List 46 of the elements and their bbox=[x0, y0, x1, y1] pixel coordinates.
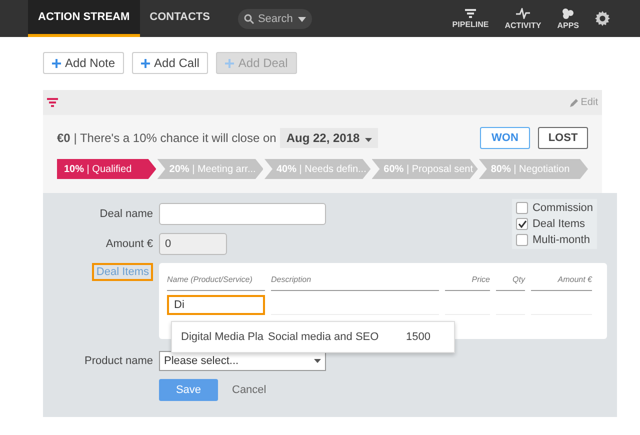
column-header: Price bbox=[445, 275, 490, 291]
add-button[interactable]: Add Note bbox=[43, 52, 124, 74]
search-icon bbox=[244, 14, 254, 24]
checkbox[interactable] bbox=[516, 218, 528, 230]
column-header: Qty bbox=[496, 275, 525, 291]
field-label: Deal name bbox=[98, 208, 153, 220]
deal-summary-text: €0 | There's a 10% chance it will close on bbox=[57, 131, 276, 145]
nav-app-button[interactable]: PIPELINE bbox=[444, 0, 497, 37]
checkbox-label: Multi-month bbox=[532, 234, 590, 246]
column-header: Amount € bbox=[531, 275, 592, 291]
plus-icon bbox=[141, 58, 150, 68]
field-label: Product name bbox=[84, 355, 153, 367]
column-header: Name (Product/Service) bbox=[167, 275, 265, 291]
plus-icon bbox=[225, 58, 234, 68]
checkbox-label: Deal Items bbox=[532, 218, 586, 230]
nav-app-button[interactable]: APPS bbox=[549, 0, 587, 37]
column-header: Description bbox=[271, 275, 439, 291]
add-button[interactable]: Add Call bbox=[132, 52, 208, 74]
close-date-dropdown[interactable]: Aug 22, 2018 bbox=[280, 128, 378, 148]
pulse-icon bbox=[516, 8, 530, 18]
plus-icon bbox=[52, 58, 61, 68]
funnel-icon bbox=[465, 8, 476, 18]
stage-step[interactable]: 10% | Qualified bbox=[57, 159, 156, 179]
product-name-select[interactable]: Please select... bbox=[159, 351, 326, 371]
nav-app-button[interactable]: ACTIVITY bbox=[496, 0, 550, 37]
amount-input[interactable]: 0 bbox=[159, 233, 227, 255]
checkbox[interactable] bbox=[516, 234, 528, 246]
caret-icon bbox=[364, 138, 372, 142]
pencil-icon bbox=[570, 98, 578, 106]
caret-icon bbox=[298, 16, 306, 22]
item-name-input[interactable]: Di bbox=[167, 295, 265, 315]
funnel-icon bbox=[47, 98, 58, 107]
checkbox-label: Commission bbox=[532, 202, 593, 214]
deal-items-label: Deal Items bbox=[92, 263, 153, 281]
settings-icon[interactable] bbox=[595, 11, 610, 26]
caret-icon bbox=[314, 359, 321, 363]
cluster-icon bbox=[562, 8, 574, 18]
checkbox[interactable] bbox=[516, 202, 528, 214]
deal-name-input[interactable] bbox=[159, 203, 326, 225]
suggestion-dropdown[interactable]: Digital Media Pla Social media and SEO 1500 bbox=[171, 321, 455, 353]
nav-tab[interactable]: ACTION STREAM bbox=[28, 0, 140, 37]
nav-tab[interactable]: CONTACTS bbox=[140, 0, 220, 37]
cancel-button[interactable]: Cancel bbox=[226, 383, 272, 397]
field-label: Amount € bbox=[104, 238, 153, 250]
outcome-button[interactable]: LOST bbox=[538, 127, 588, 149]
search-field[interactable]: Search bbox=[238, 9, 312, 29]
